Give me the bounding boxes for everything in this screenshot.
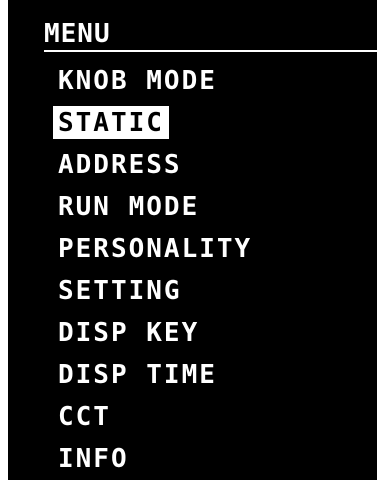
lcd-screen: MENU KNOB MODE STATIC ADDRESS RUN MODE P… [8,0,377,480]
menu-item-label: STATIC [53,105,169,139]
menu-item-address[interactable]: ADDRESS [53,143,373,185]
menu-item-label: DISP TIME [58,359,217,390]
menu-item-label: PERSONALITY [58,233,253,264]
menu-item-disp-time[interactable]: DISP TIME [53,353,373,395]
menu-item-label: KNOB MODE [58,65,217,96]
menu-item-knob-mode[interactable]: KNOB MODE [53,59,373,101]
menu-item-setting[interactable]: SETTING [53,269,373,311]
menu-item-label: INFO [58,443,129,474]
menu-title: MENU [44,19,111,49]
menu-item-label: DISP KEY [58,317,200,348]
menu-item-personality[interactable]: PERSONALITY [53,227,373,269]
menu-title-underline [44,50,377,52]
menu-item-label: ADDRESS [58,149,182,180]
menu-list: KNOB MODE STATIC ADDRESS RUN MODE PERSON… [53,59,373,479]
menu-item-label: CCT [58,401,111,432]
menu-item-static[interactable]: STATIC [53,101,373,143]
menu-item-label: SETTING [58,275,182,306]
menu-item-disp-key[interactable]: DISP KEY [53,311,373,353]
menu-item-cct[interactable]: CCT [53,395,373,437]
menu-item-label: RUN MODE [58,191,200,222]
menu-item-run-mode[interactable]: RUN MODE [53,185,373,227]
menu-item-info[interactable]: INFO [53,437,373,479]
